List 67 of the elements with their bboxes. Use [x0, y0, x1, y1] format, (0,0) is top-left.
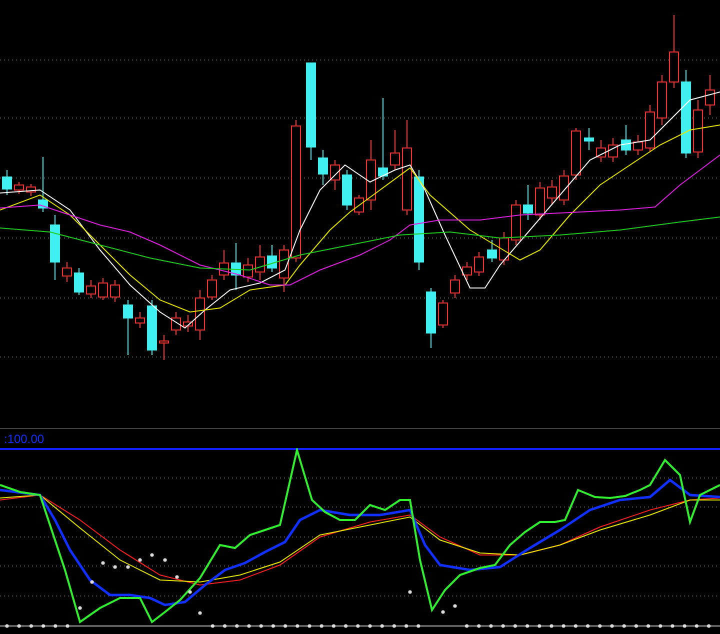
- candlestick: [462, 262, 472, 280]
- candlestick: [195, 290, 205, 340]
- candlestick: [267, 244, 277, 272]
- candlestick: [318, 150, 328, 186]
- indicator-dot: [150, 553, 154, 557]
- candlestick: [62, 262, 72, 282]
- candlestick: [499, 232, 509, 266]
- indicator-dot: [188, 590, 192, 594]
- indicator-dot: [138, 558, 142, 562]
- candlestick: [474, 252, 484, 276]
- candlestick: [110, 280, 120, 302]
- candlestick: [279, 244, 289, 292]
- candlestick: [596, 140, 606, 162]
- indicator-dot: [101, 561, 105, 565]
- indicator-dot: [441, 610, 445, 614]
- indicator-dot: [198, 611, 202, 615]
- candlestick: [693, 100, 703, 158]
- candlestick: [74, 268, 84, 296]
- candlestick: [147, 300, 157, 356]
- candlestick: [26, 184, 36, 196]
- candlestick: [450, 274, 460, 298]
- indicator-dot: [90, 580, 94, 584]
- candlestick: [559, 170, 569, 206]
- candlestick: [547, 180, 557, 206]
- candlestick: [705, 74, 715, 116]
- candlestick: [608, 138, 618, 162]
- candlestick: [98, 278, 108, 300]
- candlestick: [366, 140, 376, 210]
- candlestick: [390, 130, 400, 170]
- candlestick: [342, 170, 352, 210]
- candlestick: [571, 128, 581, 180]
- candlestick: [330, 160, 340, 190]
- candlestick: [354, 194, 364, 216]
- candlestick: [219, 250, 229, 280]
- indicator-dot: [453, 604, 457, 608]
- candlestick: [207, 274, 217, 300]
- candlestick: [438, 300, 448, 328]
- candlestick: [243, 258, 253, 282]
- candlestick: [487, 240, 497, 262]
- candlestick: [14, 182, 24, 194]
- candlestick: [183, 314, 193, 332]
- candlestick: [2, 170, 12, 196]
- indicator-dot: [126, 565, 130, 569]
- candlestick: [86, 280, 96, 298]
- candlestick: [231, 242, 241, 290]
- candlestick: [633, 134, 643, 156]
- candlestick: [171, 312, 181, 336]
- candlestick: [645, 104, 655, 152]
- candlestick: [535, 182, 545, 220]
- candlestick: [621, 124, 631, 156]
- indicator-dot: [78, 606, 82, 610]
- level-label: :100.00: [4, 432, 44, 446]
- candlestick: [135, 312, 145, 328]
- candlestick: [523, 184, 533, 220]
- candlestick: [657, 74, 667, 126]
- candlestick: [159, 334, 169, 360]
- candlestick: [38, 156, 48, 212]
- candlestick: [426, 288, 436, 348]
- indicator-dot: [175, 575, 179, 579]
- candlestick: [123, 300, 133, 356]
- indicator-dot: [408, 590, 412, 594]
- candlestick: [50, 214, 60, 280]
- candlestick: [255, 244, 265, 280]
- indicator-dot: [163, 558, 167, 562]
- candlestick: [584, 128, 594, 150]
- candlestick: [511, 200, 521, 246]
- indicator-dot: [113, 565, 117, 569]
